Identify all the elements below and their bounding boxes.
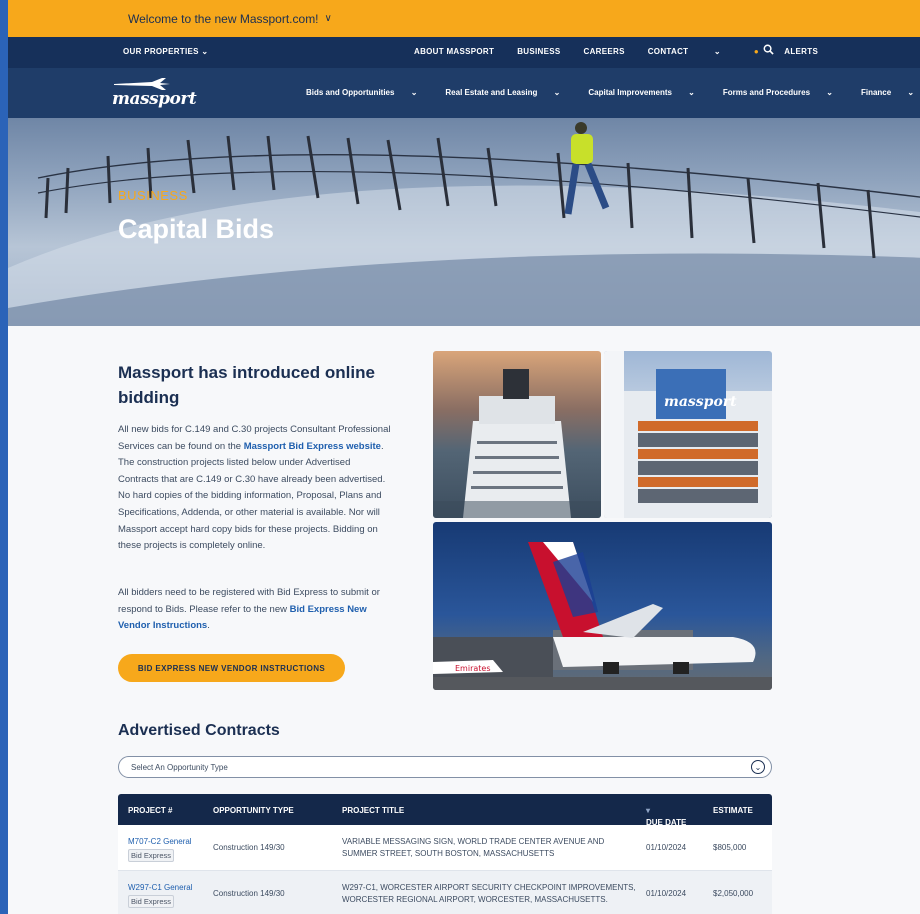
- column-project-title[interactable]: PROJECT TITLE: [342, 806, 404, 815]
- nav-label: Capital Improvements: [588, 88, 672, 97]
- utility-nav: OUR PROPERTIES ⌄ ABOUT MASSPORT BUSINESS…: [8, 37, 920, 68]
- building-sign-text: massport: [664, 394, 737, 410]
- nav-label: Finance: [860, 88, 892, 97]
- page: Welcome to the new Massport.com! ∨ OUR P…: [0, 0, 920, 914]
- chevron-down-icon: ⌄: [751, 760, 765, 774]
- opportunity-type-select[interactable]: Select An Opportunity Type ⌄: [118, 756, 772, 778]
- bid-express-badge: Bid Express: [128, 849, 175, 862]
- intro-text: . The construction projects listed below…: [118, 440, 386, 552]
- table-row: M707-C2 General Bid Express Construction…: [118, 825, 772, 870]
- emirates-text: Emirates: [455, 664, 491, 673]
- welcome-banner[interactable]: Welcome to the new Massport.com! ∨: [8, 0, 920, 37]
- hero-eyebrow: BUSINESS: [118, 188, 188, 203]
- table-row: W297-C1 General Bid Express Construction…: [118, 870, 772, 914]
- vendor-instructions-button[interactable]: BID EXPRESS NEW VENDOR INSTRUCTIONS: [118, 654, 345, 682]
- nav-capital-improvements[interactable]: Capital Improvements ⌄: [588, 88, 709, 97]
- opportunity-type: Construction 149/30: [213, 843, 285, 852]
- nav-label: Real Estate and Leasing: [445, 88, 538, 97]
- select-placeholder: Select An Opportunity Type: [131, 762, 228, 772]
- intro-heading: Massport has introduced online bidding: [118, 363, 375, 407]
- hero-banner: BUSINESS Capital Bids: [8, 118, 920, 326]
- intro-paragraph-2: All bidders need to be registered with B…: [118, 585, 393, 635]
- column-due-date[interactable]: DUE DATE ▾: [646, 806, 686, 827]
- column-estimate[interactable]: ESTIMATE: [713, 806, 753, 815]
- estimate: $2,050,000: [713, 889, 754, 898]
- our-properties-menu[interactable]: OUR PROPERTIES ⌄: [123, 47, 208, 56]
- column-opportunity-type[interactable]: OPPORTUNITY TYPE: [213, 806, 294, 815]
- main-nav-bar: massport Bids and Opportunities ⌄ Real E…: [8, 68, 920, 118]
- project-title: VARIABLE MESSAGING SIGN, WORLD TRADE CEN…: [342, 837, 605, 858]
- nav-alerts-label: ALERTS: [784, 47, 819, 56]
- chevron-down-icon: ⌄: [553, 88, 561, 97]
- due-date: 01/10/2024: [646, 843, 687, 852]
- bid-express-website-link[interactable]: Massport Bid Express website: [244, 441, 381, 452]
- sort-desc-icon: ▾: [646, 806, 651, 815]
- nav-careers[interactable]: CAREERS: [584, 47, 625, 56]
- bid-express-badge: Bid Express: [128, 895, 175, 908]
- search-icon[interactable]: [763, 44, 774, 57]
- opportunity-type: Construction 149/30: [213, 889, 285, 898]
- chevron-down-icon: ⌄: [907, 88, 915, 97]
- cruise-ship-photo: [433, 351, 601, 518]
- logo-wordmark: massport: [112, 89, 197, 109]
- project-number-link[interactable]: W297-C1 General: [128, 883, 192, 892]
- chevron-down-icon: ⌄: [688, 88, 695, 97]
- nav-bids-and-opportunities[interactable]: Bids and Opportunities ⌄: [306, 88, 431, 97]
- alert-dot-icon: ●: [753, 47, 760, 56]
- project-number-link[interactable]: M707-C2 General: [128, 837, 192, 846]
- nav-about-massport[interactable]: ABOUT MASSPORT: [414, 47, 494, 56]
- intro-text: .: [207, 620, 210, 632]
- nav-forms-and-procedures[interactable]: Forms and Procedures ⌄: [723, 88, 847, 97]
- chevron-down-icon: ⌄: [826, 88, 833, 97]
- contracts-table: PROJECT # OPPORTUNITY TYPE PROJECT TITLE…: [118, 794, 772, 914]
- nav-contact[interactable]: CONTACT ⌄: [648, 47, 744, 56]
- nav-contact-label: CONTACT: [647, 47, 689, 56]
- massport-building-photo: massport: [604, 351, 772, 518]
- nav-finance[interactable]: Finance ⌄: [861, 88, 920, 97]
- nav-label: Bids and Opportunities: [306, 88, 395, 97]
- our-properties-label: OUR PROPERTIES: [123, 47, 199, 56]
- british-airways-plane-photo: Emirates: [433, 522, 772, 690]
- chevron-down-icon: ⌄: [713, 47, 721, 56]
- page-title: Capital Bids: [118, 214, 275, 244]
- advertised-contracts-heading: Advertised Contracts: [118, 722, 280, 739]
- chevron-down-icon: ⌄: [410, 88, 418, 97]
- nav-business[interactable]: BUSINESS: [517, 47, 560, 56]
- intro-paragraph-1: All new bids for C.149 and C.30 projects…: [118, 422, 393, 555]
- welcome-text: Welcome to the new Massport.com!: [128, 11, 319, 26]
- nav-label: Forms and Procedures: [722, 88, 811, 97]
- project-title: W297-C1, WORCESTER AIRPORT SECURITY CHEC…: [342, 883, 636, 904]
- estimate: $805,000: [713, 843, 747, 852]
- nav-real-estate-and-leasing[interactable]: Real Estate and Leasing ⌄: [445, 88, 574, 97]
- chevron-down-icon: ⌄: [201, 47, 209, 56]
- chevron-down-icon: ∨: [324, 13, 332, 24]
- table-header: PROJECT # OPPORTUNITY TYPE PROJECT TITLE…: [118, 794, 772, 827]
- massport-logo[interactable]: massport: [112, 76, 197, 110]
- column-project-number[interactable]: PROJECT #: [128, 806, 172, 815]
- due-date: 01/10/2024: [646, 889, 687, 898]
